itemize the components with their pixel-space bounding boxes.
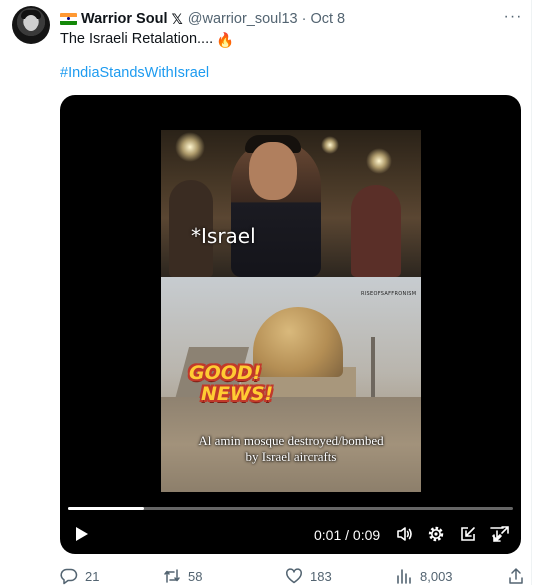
display-name[interactable]: Warrior Soul: [81, 11, 167, 27]
view-count: 8,003: [420, 568, 453, 584]
timeline-border: [531, 0, 532, 585]
video-progress-bar[interactable]: [68, 507, 513, 510]
separator-dot: ·: [301, 11, 307, 27]
video-controls: 0:01 / 0:09: [60, 519, 521, 549]
video-player[interactable]: *Israel RISEOFSAFFRONISM GOOD! NEWS! Al …: [60, 95, 521, 554]
avatar[interactable]: [12, 6, 50, 44]
good-news-line2: NEWS!: [201, 383, 274, 405]
video-watermark: RISEOFSAFFRONISM: [361, 291, 417, 297]
repost-count: 58: [188, 568, 203, 584]
caption-line-2: by Israel aircrafts: [245, 449, 337, 464]
video-time: 0:01 / 0:09: [314, 527, 381, 543]
good-news-badge: GOOD! NEWS!: [189, 363, 273, 405]
video-progress-fill: [68, 507, 144, 510]
tweet-body: The Israeli Retalation....: [60, 31, 214, 47]
caption-line-1: Al amin mosque destroyed/bombed: [198, 433, 384, 448]
like-button[interactable]: 183: [285, 567, 332, 585]
like-count: 183: [310, 568, 332, 584]
repost-button[interactable]: 58: [163, 567, 202, 585]
tweet-date[interactable]: Oct 8: [310, 11, 345, 27]
india-flag-icon: [60, 13, 77, 25]
good-news-line1: GOOD!: [189, 362, 262, 384]
share-icon: [509, 568, 523, 584]
tweet-header: Warrior Soul 𝕏 @warrior_soul13 · Oct 8: [60, 9, 345, 29]
hashtag-link[interactable]: #IndiaStandsWithIsrael: [60, 65, 209, 81]
avatar-face: [24, 15, 38, 31]
reply-count: 21: [85, 568, 100, 584]
views-button[interactable]: 8,003: [395, 567, 453, 585]
play-icon[interactable]: [74, 526, 90, 542]
reply-button[interactable]: 21: [60, 567, 99, 585]
views-icon: [397, 569, 411, 584]
user-handle[interactable]: @warrior_soul13: [188, 11, 298, 27]
fire-emoji-icon: 🔥: [216, 33, 235, 49]
heart-icon: [286, 568, 302, 584]
more-options-button[interactable]: ···: [500, 8, 526, 28]
reply-icon: [60, 568, 78, 585]
fullscreen-icon[interactable]: [492, 525, 510, 543]
tweet-actions: 21 58 183 8,003: [60, 567, 530, 585]
x-logo-icon: 𝕏: [171, 10, 183, 27]
repost-icon: [164, 569, 180, 583]
video-frame-top: *Israel: [161, 130, 421, 277]
video-frame-bottom: RISEOFSAFFRONISM GOOD! NEWS! Al amin mos…: [161, 277, 421, 492]
share-button[interactable]: [507, 567, 532, 585]
more-horizontal-icon: ···: [503, 8, 523, 25]
video-bottom-caption: Al amin mosque destroyed/bombed by Israe…: [161, 433, 421, 465]
volume-icon[interactable]: [396, 525, 414, 543]
tweet-text: The Israeli Retalation.... 🔥: [60, 31, 234, 49]
popout-icon[interactable]: [459, 525, 477, 543]
gear-icon[interactable]: [427, 525, 445, 543]
video-top-caption: *Israel: [191, 224, 256, 248]
